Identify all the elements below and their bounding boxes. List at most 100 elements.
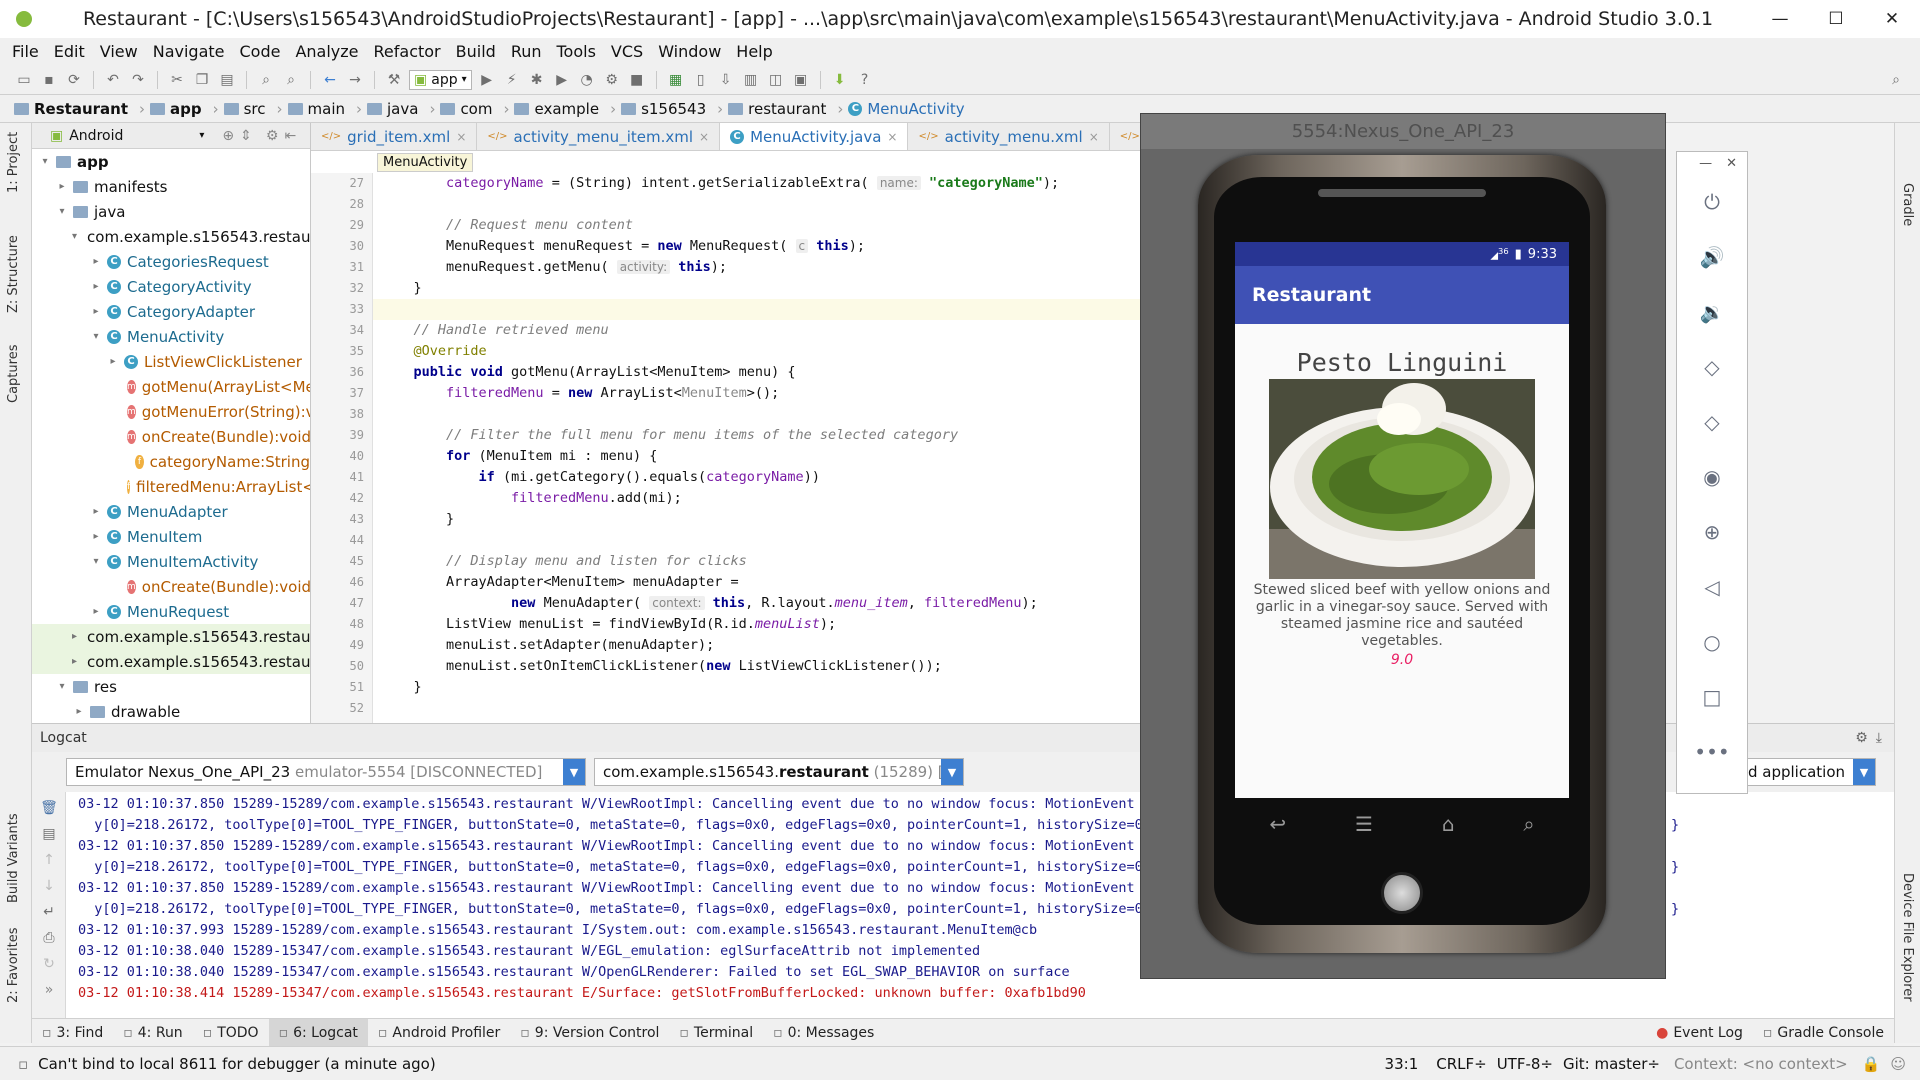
expand-arrow-icon[interactable]: ▾ [55, 681, 69, 692]
emulator-minimize-button[interactable]: — [1699, 156, 1712, 171]
tool-tab-4-run[interactable]: ▫ 4: Run [113, 1019, 192, 1046]
tree-item[interactable]: ▸ drawable [32, 699, 310, 724]
expand-arrow-icon[interactable]: ▾ [89, 556, 103, 567]
coverage-icon[interactable]: ▶ [552, 70, 572, 90]
expand-arrow-icon[interactable]: ▸ [89, 606, 103, 617]
tool-tab-9-version-control[interactable]: ▫ 9: Version Control [510, 1019, 669, 1046]
expand-arrow-icon[interactable]: ▾ [89, 331, 103, 342]
code-line[interactable]: for (MenuItem mi : menu) { [373, 446, 1140, 467]
camera-icon[interactable]: ◉ [1677, 449, 1747, 504]
code-line[interactable]: categoryName = (String) intent.getSerial… [373, 173, 1140, 194]
more-icon[interactable]: ••• [1677, 724, 1747, 779]
scroll-end-icon[interactable]: ▤ [39, 824, 59, 844]
tree-item[interactable]: ▸ C CategoriesRequest [32, 249, 310, 274]
volume-up-icon[interactable]: 🔊 [1677, 229, 1747, 284]
open-folder-icon[interactable]: ▭ [14, 70, 34, 90]
tool-tab-6-logcat[interactable]: ▫ 6: Logcat [268, 1019, 368, 1046]
stop-icon[interactable]: ■ [627, 70, 647, 90]
tree-item[interactable]: ▾ C MenuItemActivity [32, 549, 310, 574]
avd-manager-icon[interactable]: ▯ [691, 70, 711, 90]
undo-icon[interactable]: ↶ [103, 70, 123, 90]
expand-arrow-icon[interactable]: ▸ [89, 531, 103, 542]
gear-icon[interactable]: ⚙ [1855, 730, 1868, 746]
tree-item[interactable]: ▸ manifests [32, 174, 310, 199]
make-project-icon[interactable]: ⚒ [384, 70, 404, 90]
tab-build-variants[interactable]: Build Variants [6, 813, 21, 903]
expand-arrow-icon[interactable]: ▸ [72, 656, 77, 667]
code-line[interactable] [373, 404, 1140, 425]
tree-item[interactable]: ▸ C MenuItem [32, 524, 310, 549]
close-button[interactable]: ✕ [1864, 9, 1920, 29]
code-line[interactable]: if (mi.getCategory().equals(categoryName… [373, 467, 1140, 488]
breadcrumb-item[interactable]: Restaurant [14, 100, 128, 118]
debug-icon[interactable]: ✱ [527, 70, 547, 90]
tab-project[interactable]: 1: Project [6, 132, 21, 193]
replace-icon[interactable]: ⌕ [281, 70, 301, 90]
back-icon[interactable]: ← [320, 70, 340, 90]
chevron-down-icon[interactable]: ▼ [1853, 759, 1875, 785]
code-line[interactable]: } [373, 278, 1140, 299]
forward-icon[interactable]: → [345, 70, 365, 90]
menu-file[interactable]: File [12, 42, 39, 61]
menu-edit[interactable]: Edit [54, 42, 85, 61]
tree-item[interactable]: ▸ C CategoryAdapter [32, 299, 310, 324]
close-tab-icon[interactable]: × [699, 130, 709, 144]
tab-captures[interactable]: Captures [6, 345, 21, 403]
hide-icon[interactable]: ⤓ [1876, 730, 1882, 746]
tab-gradle[interactable]: Gradle [1900, 183, 1915, 226]
rotate-left-icon[interactable]: ◇ [1677, 339, 1747, 394]
menu-view[interactable]: View [100, 42, 138, 61]
editor-crumb-class[interactable]: MenuActivity [377, 152, 474, 172]
tool-tab-3-find[interactable]: ▫ 3: Find [32, 1019, 113, 1046]
rotate-right-icon[interactable]: ◇ [1677, 394, 1747, 449]
down-icon[interactable]: ↓ [39, 876, 59, 896]
sync-icon[interactable]: ⊕ [222, 128, 234, 144]
menu-refactor[interactable]: Refactor [374, 42, 441, 61]
code-line[interactable] [373, 299, 1140, 320]
file-encoding[interactable]: UTF-8÷ [1497, 1055, 1553, 1073]
code-line[interactable]: // Display menu and listen for clicks [373, 551, 1140, 572]
breadcrumb-item[interactable]: java [367, 100, 418, 118]
tree-item[interactable]: ▾ java [32, 199, 310, 224]
home-icon[interactable]: ○ [1677, 614, 1747, 669]
tree-item[interactable]: f categoryName:String [32, 449, 310, 474]
git-branch[interactable]: Git: master÷ [1563, 1055, 1660, 1073]
status-toggle-icon[interactable]: ▫ [18, 1055, 28, 1073]
restart-icon[interactable]: ↻ [39, 954, 59, 974]
tab-activity_menu-xml[interactable]: </> activity_menu.xml × [908, 123, 1110, 150]
code-line[interactable]: menuRequest.getMenu( activity: this); [373, 257, 1140, 278]
apply-changes-icon[interactable]: ⚡ [502, 70, 522, 90]
tool-tab-0-messages[interactable]: ▫ 0: Messages [763, 1019, 884, 1046]
close-tab-icon[interactable]: × [887, 130, 897, 144]
sdk-manager-icon[interactable]: ⇩ [716, 70, 736, 90]
tree-item[interactable]: ▾ res [32, 674, 310, 699]
tree-item[interactable]: ▸ C CategoryActivity [32, 274, 310, 299]
breadcrumb-item[interactable]: s156543 [621, 100, 706, 118]
run-config-select[interactable]: ▣ app ▾ [409, 69, 472, 90]
menu-tools[interactable]: Tools [557, 42, 596, 61]
redo-icon[interactable]: ↷ [128, 70, 148, 90]
chevron-down-icon[interactable]: ▼ [941, 759, 963, 785]
breadcrumb-item[interactable]: main [287, 100, 345, 118]
search-everywhere-icon[interactable]: ⌕ [1886, 70, 1906, 90]
tab-activity_menu_item-xml[interactable]: </> activity_menu_item.xml × [477, 123, 721, 150]
expand-arrow-icon[interactable]: ▸ [72, 631, 77, 642]
attach-debugger-icon[interactable]: ⚙ [602, 70, 622, 90]
tool-tab-todo[interactable]: ▫ TODO [193, 1019, 269, 1046]
minimize-button[interactable]: — [1752, 9, 1808, 29]
code-line[interactable]: // Filter the full menu for menu items o… [373, 425, 1140, 446]
code-line[interactable] [373, 194, 1140, 215]
breadcrumb-item[interactable]: com [440, 100, 492, 118]
code-area[interactable]: categoryName = (String) intent.getSerial… [373, 173, 1140, 723]
maximize-button[interactable]: ☐ [1808, 9, 1864, 29]
soft-wrap-icon[interactable]: ↵ [39, 902, 59, 922]
menu-navigate[interactable]: Navigate [153, 42, 225, 61]
tool-tab-android-profiler[interactable]: ▫ Android Profiler [368, 1019, 510, 1046]
expand-arrow-icon[interactable]: ▾ [72, 231, 77, 242]
tree-item[interactable]: ▾ app [32, 149, 310, 174]
menu-run[interactable]: Run [511, 42, 542, 61]
overview-icon[interactable]: □ [1677, 669, 1747, 724]
sync-icon[interactable]: ⟳ [64, 70, 84, 90]
tab-device-file-explorer[interactable]: Device File Explorer [1900, 873, 1915, 1002]
tree-item[interactable]: m gotMenu(ArrayList<MenuItem>):void [32, 374, 310, 399]
